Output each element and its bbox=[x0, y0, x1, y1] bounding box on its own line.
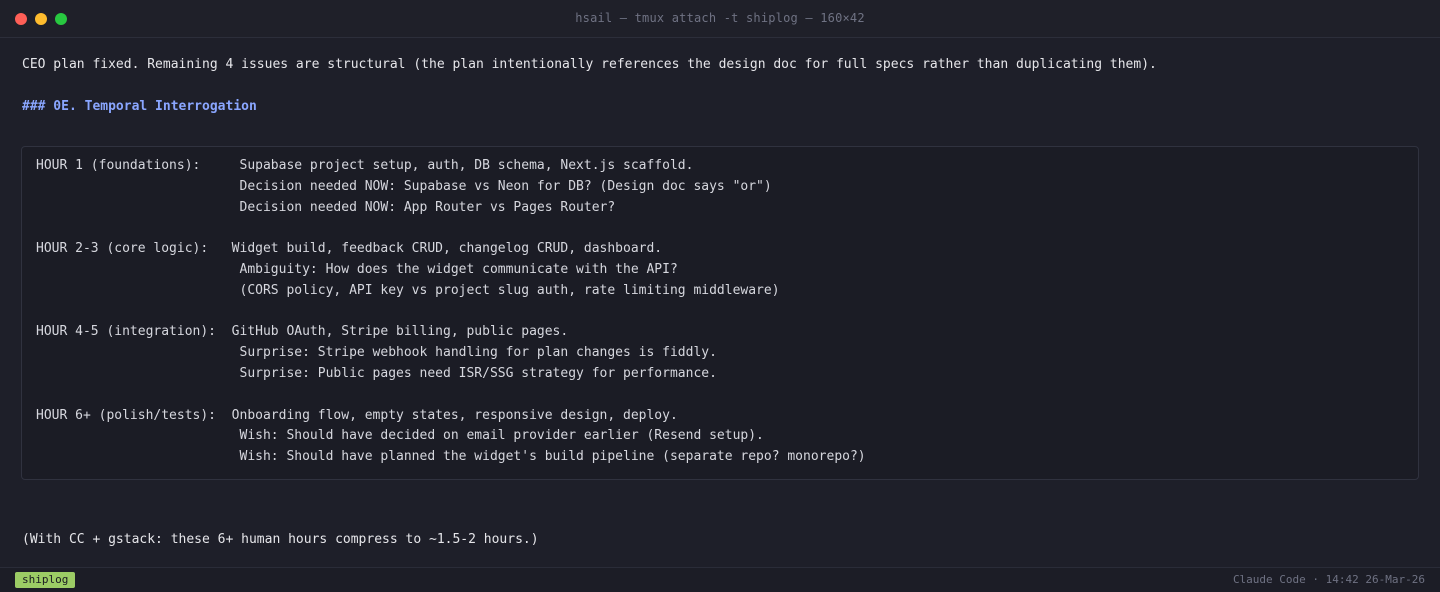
section-heading: ### 0E. Temporal Interrogation bbox=[22, 99, 257, 114]
tmux-status-bar: shiplog Claude Code · 14:42 26-Mar-26 bbox=[0, 567, 1440, 592]
title-bar[interactable]: hsail — tmux attach -t shiplog — 160×42 bbox=[0, 0, 1440, 38]
window-title: hsail — tmux attach -t shiplog — 160×42 bbox=[575, 11, 865, 25]
code-block: HOUR 1 (foundations): Supabase project s… bbox=[21, 146, 1419, 480]
code-block-text: HOUR 1 (foundations): Supabase project s… bbox=[36, 158, 866, 465]
terminal-window: hsail — tmux attach -t shiplog — 160×42 … bbox=[0, 0, 1440, 592]
status-info: Claude Code · 14:42 26-Mar-26 bbox=[1232, 573, 1425, 586]
session-name-badge[interactable]: shiplog bbox=[15, 572, 76, 588]
intro-text: CEO plan fixed. Remaining 4 issues are s… bbox=[22, 57, 1157, 72]
summary-text: (With CC + gstack: these 6+ human hours … bbox=[22, 532, 539, 547]
